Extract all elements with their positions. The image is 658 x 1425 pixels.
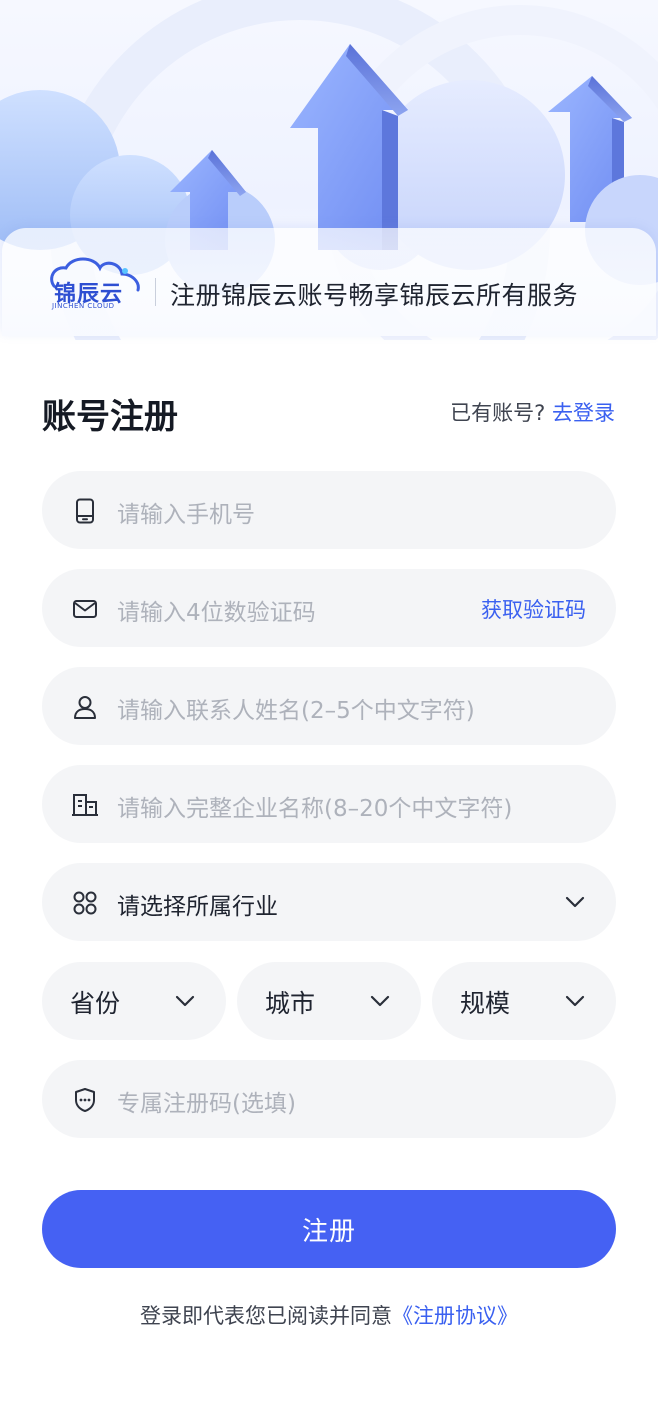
city-select[interactable]: 城市 — [237, 962, 421, 1040]
agreement-prefix: 登录即代表您已阅读并同意 — [140, 1304, 392, 1328]
jinchen-cloud-logo: 锦辰云 JINCHEN CLOUD — [46, 252, 146, 312]
industry-select[interactable]: 请选择所属行业 — [42, 863, 616, 941]
logo-brand-subtext: JINCHEN CLOUD — [52, 302, 115, 310]
page-title: 账号注册 — [42, 397, 178, 437]
industry-select-value: 请选择所属行业 — [117, 894, 278, 920]
login-prompt-text: 已有账号? — [450, 401, 546, 425]
login-link[interactable]: 去登录 — [552, 401, 615, 425]
chevron-down-icon — [565, 896, 585, 908]
company-name-field[interactable]: 请输入完整企业名称(8–20个中文字符) — [42, 765, 616, 843]
logo-divider — [155, 278, 156, 306]
login-prompt: 已有账号? 去登录 — [450, 397, 615, 427]
invite-code-field[interactable]: 专属注册码(选填) — [42, 1060, 616, 1138]
banner-tagline: 注册锦辰云账号畅享锦辰云所有服务 — [170, 281, 579, 310]
invite-code-input[interactable]: 专属注册码(选填) — [117, 1084, 296, 1118]
get-code-button[interactable]: 获取验证码 — [481, 594, 586, 624]
building-icon — [72, 794, 98, 816]
scale-select-value: 规模 — [460, 989, 511, 1018]
contact-name-field[interactable]: 请输入联系人姓名(2–5个中文字符) — [42, 667, 616, 745]
chevron-down-icon — [565, 995, 585, 1007]
register-button[interactable]: 注册 — [42, 1190, 616, 1268]
verification-code-field[interactable]: 请输入4位数验证码 获取验证码 — [42, 569, 616, 647]
chevron-down-icon — [370, 995, 390, 1007]
province-select[interactable]: 省份 — [42, 962, 226, 1040]
contact-name-input[interactable]: 请输入联系人姓名(2–5个中文字符) — [117, 691, 475, 725]
user-icon — [74, 696, 96, 719]
phone-input[interactable]: 请输入手机号 — [117, 495, 255, 529]
city-select-value: 城市 — [265, 989, 316, 1018]
scale-select[interactable]: 规模 — [432, 962, 616, 1040]
mail-icon — [73, 600, 97, 618]
apps-icon — [73, 891, 97, 915]
agreement-text: 登录即代表您已阅读并同意《注册协议》 — [0, 1300, 658, 1330]
phone-field[interactable]: 请输入手机号 — [42, 471, 616, 549]
verification-code-input[interactable]: 请输入4位数验证码 — [117, 593, 316, 627]
chevron-down-icon — [175, 995, 195, 1007]
phone-icon — [76, 498, 94, 524]
company-name-input[interactable]: 请输入完整企业名称(8–20个中文字符) — [117, 789, 512, 823]
shield-icon — [75, 1088, 95, 1112]
province-select-value: 省份 — [70, 989, 121, 1018]
agreement-link[interactable]: 《注册协议》 — [392, 1304, 518, 1328]
